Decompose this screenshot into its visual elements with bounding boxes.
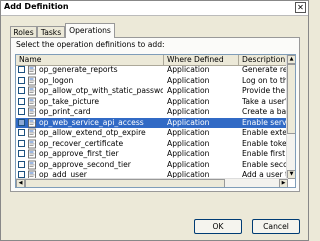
row-checkbox[interactable]	[18, 66, 25, 73]
row-name: op_approve_second_tier	[39, 159, 131, 169]
operation-icon	[27, 139, 37, 149]
tab-operations[interactable]: Operations	[65, 23, 115, 38]
add-definition-dialog: Add Definition ✕ Roles Tasks Operations …	[0, 0, 309, 241]
operation-icon	[27, 149, 37, 159]
column-header-name[interactable]: Name	[16, 55, 164, 65]
row-checkbox[interactable]	[18, 87, 25, 94]
row-description: Enable servi	[242, 117, 288, 127]
row-description: Generate rep	[242, 65, 288, 74]
operations-list[interactable]: Name Where Defined Description op_genera…	[15, 54, 296, 188]
row-name: op_take_picture	[39, 96, 100, 106]
operation-icon	[27, 107, 37, 117]
row-checkbox[interactable]	[18, 160, 25, 168]
operation-icon	[27, 128, 37, 138]
horizontal-scrollbar[interactable]: ◀ ▶	[16, 178, 288, 187]
row-description: Take a user'	[242, 96, 287, 106]
row-name: op_logon	[39, 75, 74, 85]
operation-icon	[27, 76, 37, 86]
table-row[interactable]: op_web_service_api_access Application Enab…	[16, 117, 288, 128]
operation-icon	[27, 97, 37, 107]
row-checkbox[interactable]	[18, 129, 25, 136]
instruction-label: Select the operation definitions to add:	[16, 40, 165, 49]
row-checkbox[interactable]	[18, 139, 25, 147]
column-header-where-defined[interactable]: Where Defined	[164, 55, 239, 65]
cancel-button[interactable]: Cancel	[252, 219, 300, 234]
tab-tasks[interactable]: Tasks	[37, 26, 65, 37]
row-description: Create a bac	[242, 107, 288, 116]
row-checkbox[interactable]	[18, 171, 25, 178]
row-name: op_print_card	[39, 107, 91, 116]
scroll-right-icon[interactable]: ▶	[279, 179, 288, 187]
row-description: Provide the	[242, 86, 286, 95]
scroll-down-icon[interactable]: ▼	[287, 170, 295, 179]
close-icon[interactable]: ✕	[295, 2, 306, 13]
operation-icon	[27, 65, 37, 75]
table-row[interactable]: op_logon Application Log on to the	[16, 76, 288, 86]
table-row[interactable]: op_print_card Application Create a bac	[16, 107, 288, 117]
row-checkbox[interactable]	[18, 76, 25, 84]
table-row[interactable]: op_take_picture Application Take a user'	[16, 97, 288, 107]
row-name: op_recover_certificate	[39, 138, 124, 148]
vertical-scrollbar[interactable]: ▲ ▼	[286, 55, 295, 179]
row-where-defined: Application	[167, 128, 210, 137]
row-checkbox[interactable]	[18, 150, 25, 157]
scroll-left-icon[interactable]: ◀	[16, 179, 25, 187]
operation-icon	[27, 160, 37, 170]
table-row[interactable]: op_allow_otp_with_static_password Applica…	[16, 86, 288, 96]
row-checkbox[interactable]	[18, 118, 25, 126]
table-row[interactable]: op_approve_first_tier Application Enable f…	[16, 149, 288, 159]
list-rows: op_generate_reports Application Generate r…	[16, 65, 288, 179]
row-description: Enable toke	[242, 138, 287, 148]
row-where-defined: Application	[167, 117, 210, 127]
row-where-defined: Application	[167, 149, 210, 158]
table-row[interactable]: op_recover_certificate Application Enable …	[16, 139, 288, 149]
row-name: op_allow_otp_with_static_password	[39, 86, 163, 95]
dialog-title: Add Definition	[4, 2, 69, 11]
title-bar[interactable]: Add Definition ✕	[1, 1, 308, 16]
table-row[interactable]: op_generate_reports Application Generate r…	[16, 65, 288, 75]
scroll-up-icon[interactable]: ▲	[287, 55, 295, 64]
row-where-defined: Application	[167, 96, 210, 106]
row-where-defined: Application	[167, 86, 210, 95]
row-where-defined: Application	[167, 75, 210, 85]
row-where-defined: Application	[167, 65, 210, 74]
ok-button[interactable]: OK	[194, 219, 242, 234]
row-description: Enable exter	[242, 128, 288, 137]
row-checkbox[interactable]	[18, 108, 25, 115]
row-name: op_web_service_api_access	[39, 117, 144, 127]
row-name: op_generate_reports	[39, 65, 118, 74]
row-checkbox[interactable]	[18, 97, 25, 105]
row-description: Enable first t	[242, 149, 288, 158]
row-description: Enable seco	[242, 159, 288, 169]
vertical-scroll-thumb[interactable]	[287, 64, 295, 134]
row-name: op_allow_extend_otp_expire	[39, 128, 146, 137]
row-where-defined: Application	[167, 138, 210, 148]
row-where-defined: Application	[167, 107, 210, 116]
tab-roles[interactable]: Roles	[10, 26, 37, 37]
row-where-defined: Application	[167, 159, 210, 169]
operation-icon	[27, 86, 37, 96]
operation-icon	[27, 118, 37, 128]
row-name: op_approve_first_tier	[39, 149, 119, 158]
table-row[interactable]: op_approve_second_tier Application Enable …	[16, 160, 288, 170]
table-row[interactable]: op_allow_extend_otp_expire Application Ena…	[16, 128, 288, 138]
operations-panel: Select the operation definitions to add:…	[10, 37, 300, 192]
horizontal-scroll-thumb[interactable]	[25, 179, 225, 187]
row-description: Log on to the	[242, 75, 288, 85]
